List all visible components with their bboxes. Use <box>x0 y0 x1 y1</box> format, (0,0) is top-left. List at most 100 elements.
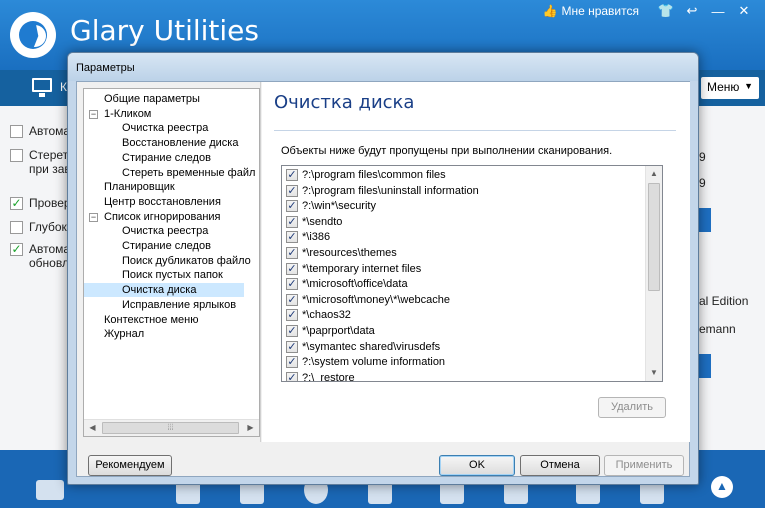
ignore-list-item[interactable]: ✓ *\resources\themes <box>286 245 397 261</box>
checkbox[interactable] <box>10 149 23 162</box>
ignore-list-item[interactable]: ✓ *\i386 <box>286 229 330 245</box>
bg-right-text: emann <box>699 322 736 336</box>
checkbox-checked[interactable]: ✓ <box>286 262 298 275</box>
checkbox-checked[interactable]: ✓ <box>286 356 298 369</box>
tree-item[interactable]: Планировщик <box>102 180 177 194</box>
ignore-list-path: *\sendto <box>302 215 343 228</box>
minimize-icon[interactable]: — <box>705 4 731 19</box>
back-arrow-icon[interactable]: ↩ <box>679 3 705 19</box>
bg-option-row[interactable]: Глубок <box>10 220 67 234</box>
close-icon[interactable]: ✕ <box>731 3 757 19</box>
scroll-down-icon[interactable]: ▼ <box>646 365 662 381</box>
tree-item[interactable]: Стирание следов <box>120 151 213 165</box>
scroll-left-icon[interactable]: ◀ <box>84 420 101 436</box>
bg-option-row[interactable]: Стерет при зав <box>10 148 71 176</box>
bg-option-row[interactable]: Автома <box>10 124 70 138</box>
bg-option-line: обновл <box>29 256 69 270</box>
ignore-list-item[interactable]: ✓ *\microsoft\office\data <box>286 276 408 292</box>
tree-item[interactable]: 1-Кликом <box>102 107 153 121</box>
ignore-list-path: ?:\program files\common files <box>302 169 446 181</box>
delete-button[interactable]: Удалить <box>598 397 666 418</box>
section-title: Очистка диска <box>274 92 415 113</box>
tree-item[interactable]: Общие параметры <box>102 92 202 106</box>
tree-item[interactable]: Исправление ярлыков <box>120 298 238 312</box>
scroll-right-icon[interactable]: ▶ <box>242 420 259 436</box>
shirt-skin-icon[interactable]: 👕 <box>653 3 679 19</box>
ignore-list-item[interactable]: ✓ *\microsoft\money\*\webcache <box>286 292 450 308</box>
checkbox-checked[interactable]: ✓ <box>286 169 298 181</box>
tree-item[interactable]: Стереть временные файл <box>120 166 257 180</box>
bg-blue-button[interactable] <box>699 208 711 232</box>
tree-collapse-icon[interactable]: − <box>89 212 98 222</box>
checkbox-checked[interactable]: ✓ <box>286 247 298 259</box>
settings-dialog: Параметры Общие параметры 1-Кликом − Очистк… <box>67 52 699 485</box>
ignore-list-item[interactable]: ✓ ?:\program files\uninstall information <box>286 183 479 199</box>
dock-overview-icon[interactable] <box>36 480 64 500</box>
dialog-titlebar[interactable]: Параметры <box>68 53 698 81</box>
checkbox-checked[interactable]: ✓ <box>286 340 298 353</box>
scroll-thumb[interactable]: ⦙⦙⦙ <box>102 422 239 434</box>
checkbox-checked[interactable]: ✓ <box>286 278 298 291</box>
settings-tree: Общие параметры 1-Кликом − Очистка реестра В… <box>83 88 260 437</box>
checkbox[interactable] <box>10 125 23 138</box>
ignore-list-path: ?:\system volume information <box>302 356 446 369</box>
checkbox-checked[interactable]: ✓ <box>286 309 298 322</box>
ignore-list-item[interactable]: ✓ ?:\program files\common files <box>286 167 446 183</box>
tree-item[interactable]: Восстановление диска <box>120 136 240 150</box>
bg-option-label: Автома обновл <box>29 242 70 270</box>
tree-item[interactable]: Очистка диска <box>84 283 244 298</box>
scroll-up-icon[interactable]: ▲ <box>646 166 662 182</box>
tree-item[interactable]: Журнал <box>102 327 146 341</box>
checkbox-checked[interactable]: ✓ <box>286 200 298 213</box>
bg-option-row[interactable]: ✓ Автома обновл <box>10 242 70 270</box>
checkbox[interactable] <box>10 221 23 234</box>
header-toolbar: 👍 Мне нравится 👕 ↩ — ✕ <box>543 3 758 19</box>
ignore-list-path: *\microsoft\money\*\webcache <box>302 293 450 306</box>
checkbox-checked[interactable]: ✓ <box>10 197 23 210</box>
info-text: Объекты ниже будут пропущены при выполне… <box>281 145 613 157</box>
tree-item[interactable]: Список игнорирования <box>102 210 223 224</box>
nav-tab-label[interactable]: К <box>60 80 67 94</box>
tree-item[interactable]: Поиск дубликатов файло <box>120 254 253 268</box>
ignore-list-item[interactable]: ✓ *\symantec shared\virusdefs <box>286 339 440 355</box>
tree-collapse-icon[interactable]: − <box>89 109 98 119</box>
cancel-button[interactable]: Отмена <box>520 455 600 476</box>
checkbox-checked[interactable]: ✓ <box>286 215 298 228</box>
tree-item[interactable]: Контекстное меню <box>102 313 200 327</box>
ignore-list-vertical-scrollbar[interactable]: ▲ ▼ <box>645 166 662 381</box>
bg-option-line: Автома <box>29 242 71 256</box>
like-button[interactable]: 👍 Мне нравится <box>543 4 640 18</box>
checkbox-checked[interactable]: ✓ <box>10 243 23 256</box>
menu-button[interactable]: Меню ▼ <box>701 77 759 99</box>
ignore-list-item[interactable]: ✓ *\paprport\data <box>286 323 375 339</box>
section-divider <box>274 130 676 131</box>
checkbox-checked[interactable]: ✓ <box>286 293 298 306</box>
checkbox-checked[interactable]: ✓ <box>286 325 298 337</box>
checkbox-checked[interactable]: ✓ <box>286 371 298 381</box>
tree-item[interactable]: Стирание следов <box>120 239 213 253</box>
checkbox-checked[interactable]: ✓ <box>286 184 298 197</box>
tree-item[interactable]: Центр восстановления <box>102 195 223 209</box>
ignore-list-item[interactable]: ✓ *\temporary internet files <box>286 261 421 277</box>
scroll-thumb[interactable] <box>648 183 660 291</box>
tree-item[interactable]: Поиск пустых папок <box>120 268 225 282</box>
tree-item[interactable]: Очистка реестра <box>120 224 210 238</box>
ignore-list-item[interactable]: ✓ ?:\win*\security <box>286 198 376 214</box>
ignore-list[interactable]: ✓ ?:\program files\common files ✓ ?:\progra… <box>281 165 663 382</box>
chevron-up-icon[interactable]: ▲ <box>711 476 733 498</box>
bg-option-label: Автома <box>29 124 71 138</box>
tree-item[interactable]: Очистка реестра <box>120 121 210 135</box>
apply-button[interactable]: Применить <box>604 455 684 476</box>
ignore-list-item[interactable]: ✓ ?:\system volume information <box>286 354 445 370</box>
menu-button-label: Меню <box>707 80 740 94</box>
monitor-icon[interactable] <box>32 78 52 97</box>
checkbox-checked[interactable]: ✓ <box>286 231 298 244</box>
recommended-button[interactable]: Рекомендуем <box>88 455 172 476</box>
tree-horizontal-scrollbar[interactable]: ◀ ⦙⦙⦙ ▶ <box>84 419 259 436</box>
ok-button[interactable]: OK <box>439 455 515 476</box>
ignore-list-item[interactable]: ✓ *\sendto <box>286 214 342 230</box>
ignore-list-item[interactable]: ✓ ?:\_restore <box>286 370 355 381</box>
ignore-list-item[interactable]: ✓ *\chaos32 <box>286 307 351 323</box>
bg-option-row[interactable]: ✓ Провер <box>10 196 71 210</box>
bg-blue-button[interactable] <box>699 354 711 378</box>
